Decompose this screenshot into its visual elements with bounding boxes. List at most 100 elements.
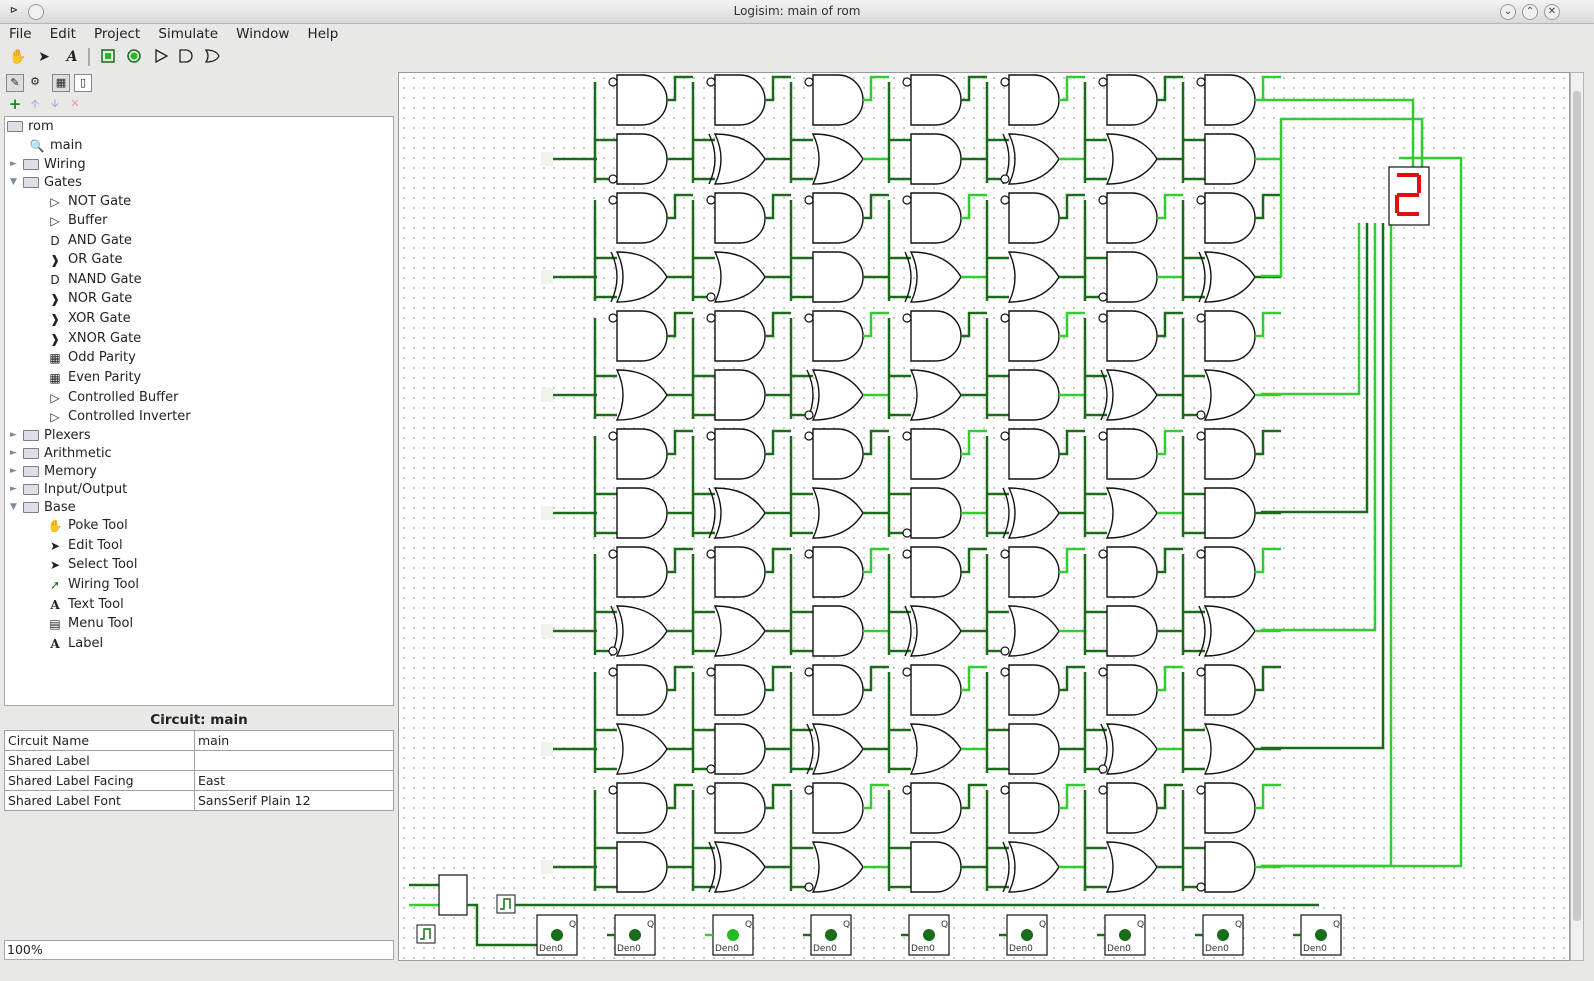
controlled-inverter-icon: ▷ xyxy=(50,409,60,424)
xor-gate-curve xyxy=(1198,251,1206,303)
layout-view-icon[interactable]: ▦ xyxy=(52,74,70,92)
menu-window[interactable]: Window xyxy=(231,24,294,44)
minimize-button[interactable]: ⌄ xyxy=(1500,4,1516,20)
tree-root-rom[interactable]: rom xyxy=(7,117,54,136)
inverter-bubble xyxy=(902,549,912,559)
menu-edit[interactable]: Edit xyxy=(45,24,81,44)
edit-tool-icon[interactable]: ➤ xyxy=(34,48,54,66)
tree-folder-input-output[interactable]: Input/Output xyxy=(23,480,127,499)
and-gate xyxy=(1204,664,1256,716)
close-button[interactable]: ✕ xyxy=(1544,4,1560,20)
tree-folder-arithmetic[interactable]: Arithmetic xyxy=(23,444,112,463)
menu-file[interactable]: File xyxy=(4,24,37,44)
hierarchy-view-icon[interactable]: ⚙ xyxy=(26,74,44,92)
property-value[interactable]: main xyxy=(194,730,394,751)
output-pin-icon[interactable] xyxy=(124,48,144,66)
input-pin-icon[interactable] xyxy=(98,48,118,66)
xor-gate xyxy=(1105,369,1158,421)
tree-item-menu-tool[interactable]: ▤ Menu Tool xyxy=(47,614,133,633)
circuit-canvas[interactable]: Q Den0 Q Den0 Q Den0 Q Den0 Q Den0 Q Den0 Q Den0 Q Den0… xyxy=(398,72,1570,961)
tree-item-controlled-buffer[interactable]: ▷ Controlled Buffer xyxy=(47,388,178,407)
and-gate xyxy=(910,782,962,834)
move-down-icon[interactable]: 🡫 xyxy=(46,96,64,114)
inverter-bubble xyxy=(1098,764,1108,774)
xor-gate-curve xyxy=(708,133,716,185)
tree-item-nor-gate[interactable]: ❱ NOR Gate xyxy=(47,289,132,308)
and-gate xyxy=(1008,782,1060,834)
xor-gate xyxy=(909,251,962,303)
tree-item-xor-gate[interactable]: ❱ XOR Gate xyxy=(47,309,131,328)
expand-icon[interactable]: ► xyxy=(10,430,17,440)
gate-output-wire xyxy=(961,547,987,574)
property-value[interactable] xyxy=(194,750,394,771)
tree-item-edit-tool[interactable]: ➤ Edit Tool xyxy=(47,536,123,555)
toolbox-view-icon[interactable]: ✎ xyxy=(6,74,24,92)
vertical-scrollbar[interactable] xyxy=(1570,72,1584,961)
tree-folder-base[interactable]: Base xyxy=(23,498,76,517)
and-gate xyxy=(1008,192,1060,244)
tree-item-text-tool[interactable]: A Text Tool xyxy=(47,595,123,614)
scrollbar-thumb[interactable] xyxy=(1573,91,1581,921)
expand-icon[interactable]: ► xyxy=(10,159,17,169)
collapse-icon[interactable]: ▼ xyxy=(10,177,17,187)
menu-project[interactable]: Project xyxy=(89,24,145,44)
tree-item-select-tool[interactable]: ➤ Select Tool xyxy=(47,555,138,574)
tree-label: Plexers xyxy=(44,428,91,443)
tree-circuit-main[interactable]: 🔍 main xyxy=(29,136,83,155)
tree-folder-wiring[interactable]: Wiring xyxy=(23,155,86,174)
and-gate xyxy=(1204,310,1256,362)
xor-gate xyxy=(713,133,766,185)
inverter-bubble xyxy=(902,313,912,323)
gate-output-wire xyxy=(961,193,987,220)
tree-item-not-gate[interactable]: ▷ NOT Gate xyxy=(47,192,131,211)
appearance-view-icon[interactable]: ▯ xyxy=(74,74,92,92)
or-gate-icon[interactable] xyxy=(202,48,222,66)
gate-output-wire xyxy=(863,193,889,220)
tree-item-even-parity[interactable]: ▦ Even Parity xyxy=(47,368,141,387)
tree-label: Menu Tool xyxy=(68,616,134,631)
tree-folder-gates[interactable]: Gates xyxy=(23,173,82,192)
tree-folder-plexers[interactable]: Plexers xyxy=(23,426,91,445)
zoom-field[interactable]: 100% xyxy=(4,940,394,960)
and-gate xyxy=(616,841,668,893)
inverter-bubble xyxy=(1098,77,1108,87)
tree-item-nand-gate[interactable]: D NAND Gate xyxy=(47,270,141,289)
register-pin-label: Den0 xyxy=(911,944,935,954)
register-q-label: Q xyxy=(569,920,576,930)
nor-gate-icon: ❱ xyxy=(49,291,61,306)
delete-circuit-icon[interactable]: ✕ xyxy=(66,96,84,114)
add-circuit-icon[interactable]: + xyxy=(6,96,24,114)
move-up-icon[interactable]: 🡩 xyxy=(26,96,44,114)
tree-item-xnor-gate[interactable]: ❱ XNOR Gate xyxy=(47,329,141,348)
menu-help[interactable]: Help xyxy=(303,24,344,44)
not-gate-icon[interactable] xyxy=(152,48,172,66)
expand-icon[interactable]: ► xyxy=(10,466,17,476)
tree-item-controlled-inverter[interactable]: ▷ Controlled Inverter xyxy=(47,407,190,426)
expand-icon[interactable]: ► xyxy=(10,448,17,458)
tree-item-and-gate[interactable]: D AND Gate xyxy=(47,231,132,250)
tree-item-label[interactable]: A Label xyxy=(47,634,103,653)
and-gate xyxy=(1106,605,1158,657)
tree-item-odd-parity[interactable]: ▦ Odd Parity xyxy=(47,348,136,367)
gate-output-wire xyxy=(1059,75,1085,102)
tree-folder-memory[interactable]: Memory xyxy=(23,462,97,481)
and-gate xyxy=(616,782,668,834)
tree-item-wiring-tool[interactable]: ➚ Wiring Tool xyxy=(47,575,139,594)
text-tool-icon[interactable]: A xyxy=(62,48,82,66)
and-gate xyxy=(1204,133,1256,185)
tree-item-poke-tool[interactable]: ✋ Poke Tool xyxy=(47,516,128,535)
inverter-bubble xyxy=(608,174,618,184)
poke-tool-icon[interactable]: ✋ xyxy=(8,48,28,66)
menu-simulate[interactable]: Simulate xyxy=(153,24,223,44)
and-gate-icon[interactable] xyxy=(176,48,196,66)
tree-item-buffer[interactable]: ▷ Buffer xyxy=(47,211,107,230)
tree-item-or-gate[interactable]: ❱ OR Gate xyxy=(47,250,123,269)
circuit-diagram[interactable]: Q Den0 Q Den0 Q Den0 Q Den0 Q Den0 Q Den0 Q Den0 Q Den0… xyxy=(399,73,1570,961)
expand-icon[interactable]: ► xyxy=(10,484,17,494)
gate-output-wire xyxy=(765,75,791,102)
collapse-icon[interactable]: ▼ xyxy=(10,502,17,512)
maximize-button[interactable]: ⌃ xyxy=(1522,4,1538,20)
property-value[interactable]: SansSerif Plain 12 xyxy=(194,790,394,811)
property-value[interactable]: East xyxy=(194,770,394,791)
xor-gate xyxy=(1105,723,1158,775)
